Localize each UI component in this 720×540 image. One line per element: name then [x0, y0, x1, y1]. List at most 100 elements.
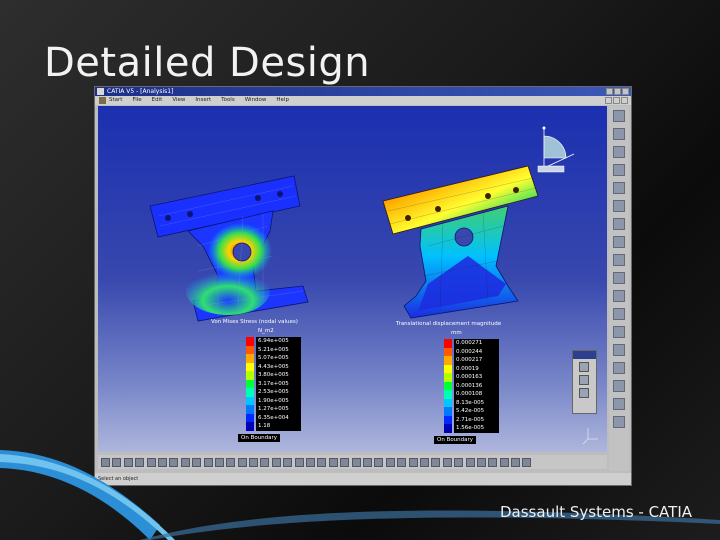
menu-file[interactable]: File — [132, 96, 141, 105]
legend-value: 5.07e+005 — [256, 354, 301, 363]
legend-color-swatch — [444, 381, 452, 390]
menu-help[interactable]: Help — [276, 96, 289, 105]
left-legend-colorbar — [246, 337, 254, 431]
toolbar-icon[interactable] — [613, 236, 625, 248]
right-toolbar — [609, 106, 629, 471]
left-legend-values: 6.94e+005 5.21e+005 5.07e+005 4.43e+005 3.80… — [256, 337, 301, 431]
legend-value: 1.18 — [256, 422, 301, 431]
legend-value: 0.000217 — [454, 356, 499, 365]
toolbar-icon[interactable] — [613, 200, 625, 212]
catia-window: CATIA V5 - [Analysis1] Start File Edit V… — [94, 86, 632, 486]
maximize-button[interactable] — [614, 88, 621, 95]
menu-edit[interactable]: Edit — [152, 96, 163, 105]
left-legend-unit: N_m2 — [258, 328, 274, 334]
menu-start[interactable]: Start — [109, 96, 122, 105]
minimize-button[interactable] — [606, 88, 613, 95]
legend-color-swatch — [246, 396, 254, 405]
right-legend-colorbar — [444, 339, 452, 433]
right-legend-unit: mm — [451, 330, 462, 336]
stress-result-model[interactable] — [149, 175, 309, 322]
toolbar-icon[interactable] — [613, 290, 625, 302]
menu-tools[interactable]: Tools — [221, 96, 235, 105]
displacement-result-model[interactable] — [382, 165, 539, 319]
menu-view[interactable]: View — [172, 96, 185, 105]
legend-value: 0.00019 — [454, 364, 499, 373]
legend-value: 4.43e+005 — [256, 362, 301, 371]
toolbar-icon[interactable] — [613, 218, 625, 230]
legend-color-swatch — [444, 415, 452, 424]
legend-color-swatch — [444, 373, 452, 382]
legend-color-swatch — [444, 364, 452, 373]
right-legend-title: Translational displacement magnitude — [396, 321, 502, 327]
legend-color-swatch — [246, 345, 254, 354]
legend-value: 0.000244 — [454, 347, 499, 356]
menu-window[interactable]: Window — [245, 96, 267, 105]
doc-restore-button[interactable] — [613, 97, 620, 104]
catia-app-icon — [97, 88, 104, 95]
3d-viewport[interactable]: Von Mises Stress (nodal values) N_m2 6.9… — [98, 106, 607, 452]
legend-value: 0.000108 — [454, 390, 499, 399]
panel-tool-icon[interactable] — [579, 388, 589, 398]
document-icon — [99, 97, 106, 104]
legend-value: 1.27e+005 — [256, 405, 301, 414]
toolbar-icon[interactable] — [613, 308, 625, 320]
toolbar-icon[interactable] — [613, 326, 625, 338]
compass-icon[interactable] — [537, 126, 575, 173]
panel-tool-icon[interactable] — [579, 362, 589, 372]
panel-header[interactable] — [573, 351, 596, 359]
legend-color-swatch — [444, 390, 452, 399]
legend-value: 3.17e+005 — [256, 379, 301, 388]
legend-color-swatch — [444, 356, 452, 365]
toolbar-icon[interactable] — [613, 182, 625, 194]
doc-close-button[interactable] — [621, 97, 628, 104]
toolbar-icon[interactable] — [613, 416, 625, 428]
toolbar-icon[interactable] — [613, 398, 625, 410]
legend-value: 5.42e-005 — [454, 407, 499, 416]
toolbar-icon[interactable] — [613, 344, 625, 356]
doc-minimize-button[interactable] — [605, 97, 612, 104]
legend-color-swatch — [444, 424, 452, 433]
menu-bar: Start File Edit View Insert Tools Window… — [95, 96, 631, 105]
toolbar-icon[interactable] — [613, 254, 625, 266]
toolbar-icon[interactable] — [613, 272, 625, 284]
legend-value: 0.000136 — [454, 381, 499, 390]
analysis-tools-panel[interactable] — [572, 350, 597, 414]
footer-credit: Dassault Systems - CATIA — [500, 503, 693, 521]
legend-color-swatch — [444, 407, 452, 416]
legend-value: 1.90e+005 — [256, 396, 301, 405]
legend-value: 6.35e+004 — [256, 413, 301, 422]
toolbar-icon[interactable] — [613, 380, 625, 392]
close-button[interactable] — [622, 88, 629, 95]
legend-color-swatch — [444, 347, 452, 356]
legend-color-swatch — [246, 405, 254, 414]
legend-color-swatch — [246, 354, 254, 363]
toolbar-icon[interactable] — [613, 110, 625, 122]
toolbar-icon[interactable] — [613, 146, 625, 158]
toolbar-icon[interactable] — [613, 128, 625, 140]
legend-color-swatch — [246, 422, 254, 431]
legend-color-swatch — [444, 339, 452, 348]
legend-value: 0.000163 — [454, 373, 499, 382]
window-title: CATIA V5 - [Analysis1] — [107, 88, 174, 95]
legend-value: 6.94e+005 — [256, 337, 301, 346]
slide-title: Detailed Design — [44, 40, 371, 86]
left-legend-title: Von Mises Stress (nodal values) — [211, 319, 298, 325]
decorative-swoosh — [0, 450, 720, 540]
legend-value: 8.13e-005 — [454, 398, 499, 407]
panel-tool-icon[interactable] — [579, 375, 589, 385]
legend-color-swatch — [246, 362, 254, 371]
legend-color-swatch — [246, 371, 254, 380]
legend-color-swatch — [246, 337, 254, 346]
legend-value: 3.80e+005 — [256, 371, 301, 380]
legend-value: 2.71e-005 — [454, 415, 499, 424]
legend-color-swatch — [444, 398, 452, 407]
menu-insert[interactable]: Insert — [195, 96, 211, 105]
window-titlebar[interactable]: CATIA V5 - [Analysis1] — [95, 87, 631, 96]
legend-value: 0.000271 — [454, 339, 499, 348]
toolbar-icon[interactable] — [613, 164, 625, 176]
legend-color-swatch — [246, 413, 254, 422]
legend-color-swatch — [246, 388, 254, 397]
toolbar-icon[interactable] — [613, 362, 625, 374]
legend-value: 5.21e+005 — [256, 345, 301, 354]
legend-value: 2.53e+005 — [256, 388, 301, 397]
